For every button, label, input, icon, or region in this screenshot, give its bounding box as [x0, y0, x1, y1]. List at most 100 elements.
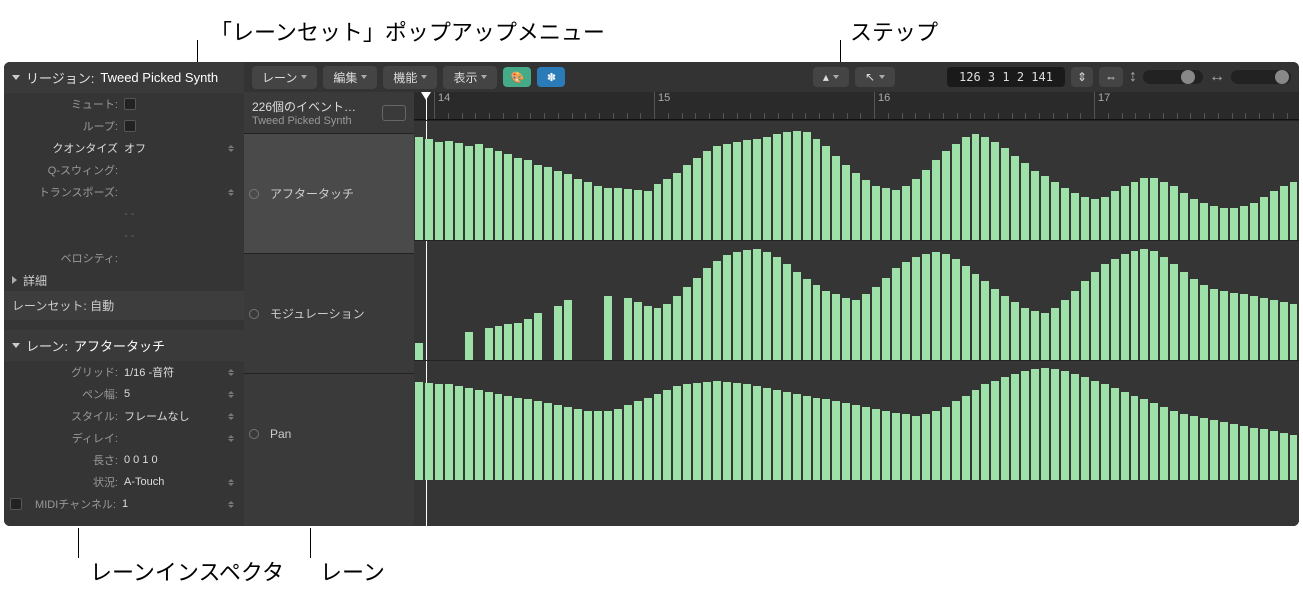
step-bar[interactable]	[624, 298, 632, 360]
step-bar[interactable]	[753, 139, 761, 240]
step-bar[interactable]	[892, 268, 900, 360]
step-bar[interactable]	[1021, 371, 1029, 480]
step-bar[interactable]	[1190, 416, 1198, 480]
step-bar[interactable]	[1091, 272, 1099, 360]
row-delay[interactable]: ディレイ:	[4, 427, 244, 449]
step-bar[interactable]	[644, 306, 652, 360]
step-bar[interactable]	[1270, 300, 1278, 360]
step-bar[interactable]	[1031, 171, 1039, 240]
step-bar[interactable]	[1031, 311, 1039, 360]
row-grid[interactable]: グリッド: 1/16 -音符	[4, 361, 244, 383]
midich-checkbox[interactable]	[10, 498, 22, 510]
step-bar[interactable]	[1101, 264, 1109, 360]
step-bar[interactable]	[663, 304, 671, 360]
step-bar[interactable]	[1131, 182, 1139, 240]
catch-playhead-button[interactable]	[382, 105, 406, 121]
step-bar[interactable]	[952, 401, 960, 480]
row-length[interactable]: 長さ: 0 0 1 0	[4, 449, 244, 471]
step-bar[interactable]	[663, 390, 671, 480]
step-bar[interactable]	[644, 191, 652, 240]
step-bar[interactable]	[882, 188, 890, 240]
step-bar[interactable]	[832, 294, 840, 360]
menu-func[interactable]: 機能	[383, 66, 437, 89]
step-bar[interactable]	[832, 156, 840, 240]
step-bar[interactable]	[773, 257, 781, 360]
step-bar[interactable]	[1170, 411, 1178, 480]
step-bar[interactable]	[773, 390, 781, 480]
step-bar[interactable]	[415, 137, 423, 240]
step-bar[interactable]	[654, 184, 662, 240]
step-bar[interactable]	[1071, 374, 1079, 480]
step-bar[interactable]	[654, 394, 662, 480]
step-bar[interactable]	[425, 383, 433, 480]
step-bar[interactable]	[1210, 420, 1218, 480]
step-bar[interactable]	[733, 383, 741, 480]
step-bar[interactable]	[962, 396, 970, 480]
step-bar[interactable]	[723, 255, 731, 360]
lane-data[interactable]	[414, 360, 1299, 480]
step-bar[interactable]	[1290, 435, 1298, 480]
step-bar[interactable]	[683, 384, 691, 480]
step-bar[interactable]	[504, 396, 512, 480]
horizontal-zoom-slider[interactable]	[1231, 70, 1291, 84]
step-bar[interactable]	[1091, 199, 1099, 240]
step-bar[interactable]	[1230, 424, 1238, 480]
step-bar[interactable]	[1111, 259, 1119, 360]
step-bar[interactable]	[1121, 392, 1129, 480]
step-bar[interactable]	[1140, 399, 1148, 480]
step-bar[interactable]	[1150, 403, 1158, 480]
step-bar[interactable]	[1071, 291, 1079, 360]
step-bar[interactable]	[852, 173, 860, 240]
alt-tool[interactable]: ↖	[855, 67, 895, 87]
step-bar[interactable]	[753, 386, 761, 480]
lane-header[interactable]: Pan	[244, 373, 414, 493]
step-bar[interactable]	[1031, 369, 1039, 480]
step-bar[interactable]	[1260, 197, 1268, 240]
step-bar[interactable]	[1280, 302, 1288, 360]
lane-data[interactable]	[414, 120, 1299, 240]
step-bar[interactable]	[892, 190, 900, 240]
step-bar[interactable]	[644, 398, 652, 480]
zoom-horizontal-fit[interactable]: ⇔	[1099, 67, 1123, 87]
step-bar[interactable]	[1121, 186, 1129, 240]
step-bar[interactable]	[942, 254, 950, 360]
step-bar[interactable]	[952, 144, 960, 241]
step-bar[interactable]	[1210, 206, 1218, 240]
step-bar[interactable]	[942, 151, 950, 240]
step-bar[interactable]	[495, 151, 503, 240]
step-bar[interactable]	[1091, 381, 1099, 480]
step-bar[interactable]	[1101, 384, 1109, 480]
step-bar[interactable]	[574, 179, 582, 240]
step-bar[interactable]	[1160, 182, 1168, 240]
step-bar[interactable]	[972, 390, 980, 480]
step-bar[interactable]	[1220, 291, 1228, 360]
step-bar[interactable]	[1160, 407, 1168, 480]
step-bar[interactable]	[554, 171, 562, 240]
step-bar[interactable]	[882, 411, 890, 480]
row-advanced[interactable]: 詳細	[4, 269, 244, 291]
step-bar[interactable]	[485, 392, 493, 480]
midi-out-button[interactable]: ✽	[537, 67, 565, 87]
step-bar[interactable]	[1051, 369, 1059, 480]
quantize-stepper[interactable]	[228, 145, 238, 152]
step-bar[interactable]	[1011, 302, 1019, 360]
step-bar[interactable]	[425, 139, 433, 240]
step-bar[interactable]	[634, 190, 642, 240]
step-bar[interactable]	[1001, 377, 1009, 480]
step-bar[interactable]	[1240, 426, 1248, 480]
step-bar[interactable]	[902, 414, 910, 480]
step-bar[interactable]	[703, 268, 711, 360]
pointer-tool[interactable]: ▴	[813, 67, 849, 87]
step-bar[interactable]	[813, 285, 821, 360]
step-bar[interactable]	[852, 405, 860, 480]
step-bar[interactable]	[1220, 208, 1228, 240]
step-bar[interactable]	[594, 411, 602, 480]
step-bar[interactable]	[793, 131, 801, 240]
step-bar[interactable]	[1220, 422, 1228, 480]
lane-header[interactable]: アフタータッチ	[244, 133, 414, 253]
step-bar[interactable]	[1150, 178, 1158, 240]
step-bar[interactable]	[743, 250, 751, 360]
step-bar[interactable]	[1230, 208, 1238, 240]
step-bar[interactable]	[743, 384, 751, 480]
step-bar[interactable]	[1290, 182, 1298, 240]
